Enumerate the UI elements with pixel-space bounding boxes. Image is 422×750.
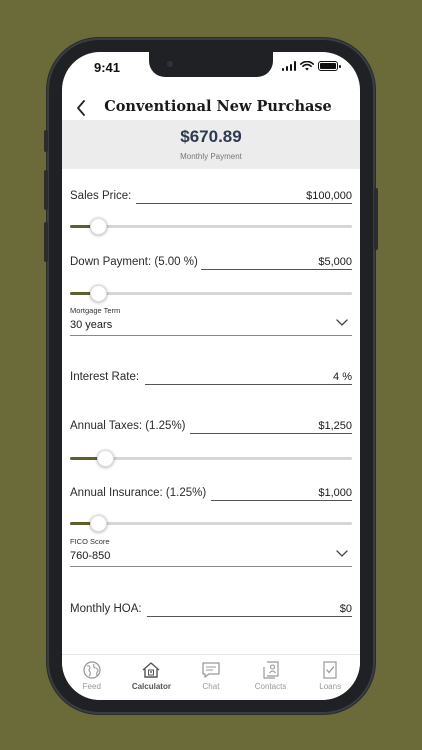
house-calculator-icon [142,662,160,678]
mute-switch [44,130,48,152]
monthly-hoa-row: Monthly HOA: $0 [70,597,352,617]
annual-taxes-underline [190,433,352,434]
notch [149,52,273,77]
volume-down-button [44,222,48,262]
status-time: 9:41 [94,60,121,75]
nav-header: Conventional New Purchase [62,96,360,120]
fico-score-value: 760-850 [70,550,111,562]
slider-thumb[interactable] [96,450,114,467]
down-payment-slider[interactable] [70,284,352,302]
annual-taxes-label: Annual Taxes: (1.25%) [70,420,186,432]
phone-frame: 9:41 Conventional New Purchase $670.89 M… [44,38,378,714]
sales-price-label: Sales Price: [70,190,132,202]
volume-up-button [44,170,48,210]
sales-price-slider[interactable] [70,217,352,235]
sales-price-row: Sales Price: $100,000 [70,184,352,204]
contacts-icon [262,661,279,679]
battery-icon [318,61,341,71]
annual-insurance-label: Annual Insurance: (1.25%) [70,487,207,499]
tab-label: Feed [82,682,101,691]
screen: 9:41 Conventional New Purchase $670.89 M… [62,52,360,700]
slider-thumb[interactable] [89,515,107,532]
monthly-payment-summary: $670.89 Monthly Payment [62,120,360,169]
tab-calculator[interactable]: Calculator [122,655,182,700]
annual-taxes-row: Annual Taxes: (1.25%) $1,250 [70,414,352,434]
interest-rate-row: Interest Rate: 4 % [70,365,352,385]
camera-icon [167,61,173,67]
mortgage-term-label: Mortgage Term [70,306,121,315]
annual-insurance-slider[interactable] [70,514,352,532]
annual-insurance-input[interactable]: $1,000 [318,487,352,499]
slider-thumb[interactable] [89,218,107,235]
tab-label: Calculator [131,682,171,691]
mortgage-term-select[interactable]: Mortgage Term 30 years [70,306,352,336]
down-payment-label: Down Payment: (5.00 %) [70,256,198,268]
power-button [374,188,378,250]
wifi-icon [300,61,314,71]
tab-feed[interactable]: Feed [62,655,122,700]
tab-chat[interactable]: Chat [181,655,241,700]
fico-score-label: FICO Score [70,537,110,546]
bottom-tab-bar: Feed Calculator Chat Contacts Loans [62,654,360,700]
chat-icon [202,662,220,678]
annual-taxes-slider[interactable] [70,449,352,467]
monthly-hoa-label: Monthly HOA: [70,603,142,615]
sales-price-underline [136,203,352,204]
interest-rate-label: Interest Rate: [70,371,140,383]
mortgage-term-value: 30 years [70,319,113,331]
signal-icon [281,61,296,71]
monthly-hoa-input[interactable]: $0 [340,603,352,615]
interest-rate-underline [145,384,352,385]
chevron-down-icon [336,319,348,326]
annual-insurance-underline [211,500,352,501]
document-check-icon [323,661,337,679]
slider-thumb[interactable] [89,285,107,302]
annual-insurance-row: Annual Insurance: (1.25%) $1,000 [70,481,352,501]
monthly-hoa-underline [147,616,352,617]
page-title: Conventional New Purchase [104,98,332,115]
down-payment-row: Down Payment: (5.00 %) $5,000 [70,250,352,270]
monthly-payment-amount: $670.89 [180,127,242,146]
sales-price-input[interactable]: $100,000 [306,190,352,202]
down-payment-underline [201,269,352,270]
tab-label: Chat [202,682,220,691]
interest-rate-input[interactable]: 4 % [333,371,352,383]
monthly-payment-label: Monthly Payment [180,152,242,161]
globe-icon [83,661,101,679]
down-payment-input[interactable]: $5,000 [318,256,352,268]
tab-label: Loans [319,682,342,691]
tab-label: Contacts [254,682,287,691]
chevron-down-icon [336,550,348,557]
tab-loans[interactable]: Loans [300,655,360,700]
status-icons [281,61,341,71]
tab-contacts[interactable]: Contacts [241,655,301,700]
annual-taxes-input[interactable]: $1,250 [318,420,352,432]
fico-score-select[interactable]: FICO Score 760-850 [70,537,352,567]
